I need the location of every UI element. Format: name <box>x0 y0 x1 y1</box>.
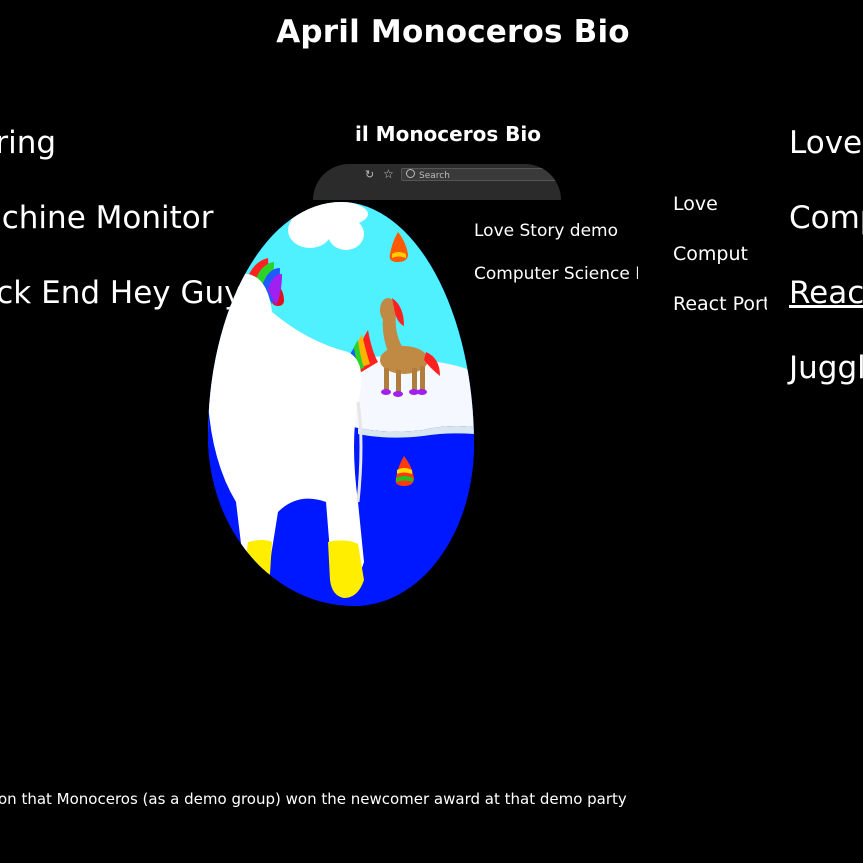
nested-page-title: il Monoceros Bio <box>355 122 542 146</box>
right-nav-item-react[interactable]: React <box>789 268 863 343</box>
nested-page-view: il Monoceros Bio ↻ ☆ Search Love Story d… <box>205 118 775 618</box>
nested-browser-toolbar: ↻ ☆ Search <box>313 164 561 200</box>
nested-search-field[interactable]: Search <box>401 168 557 181</box>
bio-paragraph-text: very reason that Monoceros (as a demo gr… <box>0 790 627 808</box>
right-nav-item-juggling[interactable]: Juggl <box>789 343 863 418</box>
nested-search-placeholder: Search <box>419 171 450 181</box>
search-icon <box>406 169 415 178</box>
right-nav-item-love[interactable]: Love <box>789 118 863 193</box>
nested-mid-item-computer-science[interactable]: Computer Science M <box>474 261 638 304</box>
page-title: April Monoceros Bio <box>276 14 630 50</box>
nested-mid-item-love-story[interactable]: Love Story demo <box>474 218 638 261</box>
page: April Monoceros Bio Spring Machine Monit… <box>0 0 863 863</box>
reload-icon[interactable]: ↻ <box>365 168 374 181</box>
nested-right-item-react[interactable]: React Port <box>673 290 767 340</box>
nested-right-item-love[interactable]: Love <box>673 190 767 240</box>
right-nav-item-computer[interactable]: Comp <box>789 193 863 268</box>
nested-right-item-computer[interactable]: Comput <box>673 240 767 290</box>
unicorn-scene-illustration <box>208 202 474 606</box>
unicorn-scene-image <box>208 202 474 606</box>
right-nav-list: Love Comp React Juggl <box>789 118 863 418</box>
nested-mid-list: Love Story demo Computer Science M <box>474 218 638 304</box>
star-icon[interactable]: ☆ <box>383 167 394 181</box>
nested-right-list: Love Comput React Port <box>673 190 767 340</box>
